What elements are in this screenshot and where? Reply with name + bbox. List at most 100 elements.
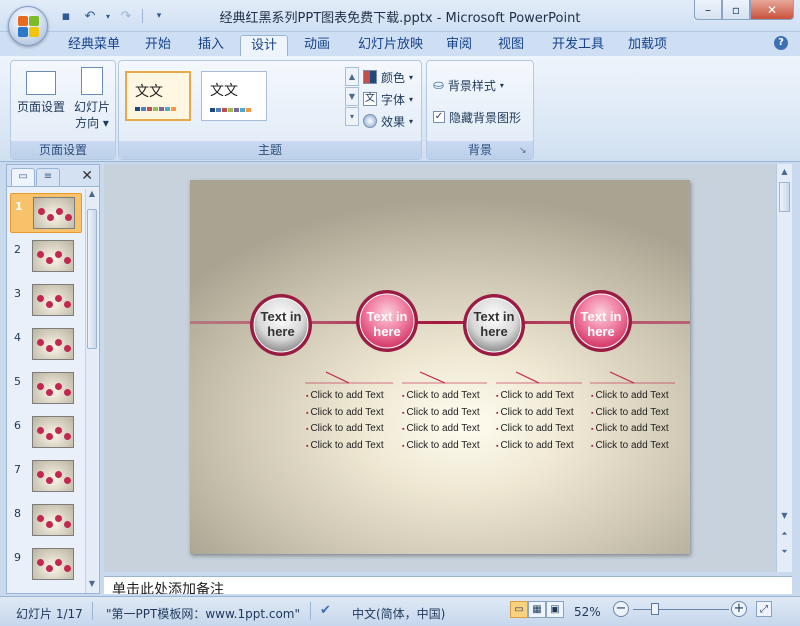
slide-thumbnail[interactable]: 7 bbox=[10, 457, 82, 497]
slide-counter: 幻灯片 1/17 bbox=[16, 607, 83, 621]
notes-pane[interactable]: 单击此处添加备注 bbox=[104, 576, 792, 594]
maximize-button[interactable]: ▫ bbox=[722, 0, 750, 20]
previous-slide-icon[interactable]: ⏶ bbox=[777, 526, 792, 541]
slide-thumbnail[interactable]: 8 bbox=[10, 501, 82, 541]
slide-thumbnails: 1 2 3 4 5 6 7 8 9 bbox=[7, 189, 85, 593]
theme2-swatches bbox=[210, 108, 251, 112]
zoom-slider-thumb[interactable] bbox=[651, 603, 659, 615]
group-label-page-setup: 页面设置 bbox=[11, 141, 115, 159]
hide-bg-label: 隐藏背景图形 bbox=[449, 110, 522, 125]
pane-tabs: ▭ ≡ ✕ bbox=[7, 165, 99, 187]
bullet-list-3[interactable]: Click to add TextClick to add TextClick … bbox=[496, 388, 586, 454]
bullet-list-2[interactable]: Click to add TextClick to add TextClick … bbox=[402, 388, 492, 454]
theme-effects-button[interactable]: 效果 ▾ bbox=[363, 111, 413, 131]
dialog-launcher-icon[interactable]: ↘ bbox=[519, 146, 529, 156]
slide-thumbnail[interactable]: 6 bbox=[10, 413, 82, 453]
orientation-label-2: 方向 ▾ bbox=[75, 116, 109, 130]
theme-colors-button[interactable]: 颜色 ▾ bbox=[363, 67, 413, 87]
slide-preview-image bbox=[32, 548, 74, 580]
tab-home[interactable]: 开始 bbox=[135, 35, 181, 56]
tab-design[interactable]: 设计 bbox=[240, 35, 289, 56]
status-bar: 幻灯片 1/17 "第一PPT模板网：www.1ppt.com" ✔ 中文(简体… bbox=[0, 596, 800, 626]
circle-text-3[interactable]: Text in here bbox=[464, 309, 524, 339]
gallery-down-icon[interactable]: ▼ bbox=[345, 87, 359, 106]
scroll-down-icon[interactable]: ▼ bbox=[86, 579, 98, 593]
theme-name[interactable]: "第一PPT模板网：www.1ppt.com" bbox=[106, 605, 300, 622]
scroll-down-arrow-icon[interactable]: ▼ bbox=[777, 508, 792, 523]
circle-text-2[interactable]: Text in here bbox=[357, 309, 417, 339]
theme2-text: 文文 bbox=[210, 83, 238, 99]
tab-animations[interactable]: 动画 bbox=[294, 35, 340, 56]
tab-classic-menu[interactable]: 经典菜单 bbox=[58, 35, 130, 56]
zoom-slider-track[interactable] bbox=[633, 609, 729, 610]
tab-developer[interactable]: 开发工具 bbox=[542, 35, 614, 56]
group-label-background: 背景 bbox=[427, 141, 533, 159]
bg-styles-label: 背景样式 bbox=[447, 78, 496, 93]
slide-thumbnail[interactable]: 5 bbox=[10, 369, 82, 409]
hide-background-graphics-checkbox[interactable]: ✓ 隐藏背景图形 bbox=[433, 107, 521, 127]
background-styles-button[interactable]: ⛀ 背景样式 ▾ bbox=[433, 75, 504, 95]
theme1-swatches bbox=[135, 107, 176, 111]
bullet-list-4[interactable]: Click to add TextClick to add TextClick … bbox=[591, 388, 681, 454]
slide-orientation-button[interactable]: 幻灯片 方向 ▾ bbox=[69, 67, 115, 131]
slide-thumbnail[interactable]: 9 bbox=[10, 545, 82, 585]
slide-preview-image bbox=[32, 372, 74, 404]
slide-thumbnail[interactable]: 4 bbox=[10, 325, 82, 365]
tab-slideshow[interactable]: 幻灯片放映 bbox=[348, 35, 433, 56]
current-slide[interactable]: Text in here Text in here Text in here Text… bbox=[190, 180, 690, 554]
scroll-thumb[interactable] bbox=[87, 209, 97, 349]
thumbnails-scrollbar[interactable]: ▲ ▼ bbox=[85, 189, 98, 593]
zoom-level[interactable]: 52% bbox=[574, 605, 601, 619]
zoom-out-icon[interactable]: − bbox=[613, 601, 629, 617]
effects-icon bbox=[363, 114, 377, 128]
slide-scroll-thumb[interactable] bbox=[779, 182, 790, 212]
orientation-label: 幻灯片 bbox=[73, 100, 110, 114]
page-setup-icon bbox=[26, 71, 56, 95]
slide-preview-image bbox=[32, 460, 74, 492]
close-button[interactable]: ✕ bbox=[750, 0, 794, 20]
tab-addins[interactable]: 加载项 bbox=[618, 35, 677, 56]
close-pane-icon[interactable]: ✕ bbox=[81, 168, 93, 184]
next-slide-icon[interactable]: ⏷ bbox=[777, 544, 792, 559]
normal-view-icon[interactable]: ▭ bbox=[510, 601, 528, 618]
gallery-up-icon[interactable]: ▲ bbox=[345, 67, 359, 86]
page-setup-button[interactable]: 页面设置 bbox=[17, 67, 65, 115]
theme-gallery-scroll: ▲ ▼ ▾ bbox=[345, 67, 359, 127]
scroll-up-arrow-icon[interactable]: ▲ bbox=[777, 164, 792, 179]
fit-to-window-icon[interactable]: ⤢ bbox=[756, 601, 772, 617]
theme-thumbnail-current[interactable]: 文文 bbox=[125, 71, 191, 121]
zoom-in-icon[interactable]: + bbox=[731, 601, 747, 617]
tab-view[interactable]: 视图 bbox=[488, 35, 534, 56]
help-icon[interactable]: ? bbox=[774, 36, 788, 50]
slide-edit-area[interactable]: Text in here Text in here Text in here Text… bbox=[104, 164, 776, 572]
colors-label: 颜色 bbox=[381, 70, 406, 85]
spelling-check-icon[interactable]: ✔ bbox=[320, 603, 331, 618]
theme-thumbnail-office[interactable]: 文文 bbox=[201, 71, 267, 121]
slide-number: 2 bbox=[14, 243, 21, 256]
outline-tab-icon[interactable]: ≡ bbox=[36, 168, 60, 186]
gallery-more-icon[interactable]: ▾ bbox=[345, 107, 359, 126]
bullet-list-1[interactable]: Click to add TextClick to add TextClick … bbox=[306, 388, 396, 454]
slide-vertical-scrollbar[interactable]: ▲ ▼ ⏶ ⏷ bbox=[776, 164, 792, 572]
slide-thumbnail[interactable]: 2 bbox=[10, 237, 82, 277]
tab-review[interactable]: 审阅 bbox=[436, 35, 482, 56]
slide-thumbnail[interactable]: 1 bbox=[10, 193, 82, 233]
office-button[interactable] bbox=[8, 6, 48, 46]
slide-thumbnail[interactable]: 3 bbox=[10, 281, 82, 321]
effects-label: 效果 bbox=[381, 114, 406, 129]
slide-sorter-icon[interactable]: ▦ bbox=[528, 601, 546, 618]
minimize-button[interactable]: – bbox=[694, 0, 722, 20]
scroll-up-icon[interactable]: ▲ bbox=[86, 189, 98, 203]
circle-text-4[interactable]: Text in here bbox=[571, 309, 631, 339]
slideshow-view-icon[interactable]: ▣ bbox=[546, 601, 564, 618]
theme-fonts-button[interactable]: 文 字体 ▾ bbox=[363, 89, 413, 109]
slide-number: 3 bbox=[14, 287, 21, 300]
group-themes: 文文 文文 ▲ ▼ ▾ 颜色 ▾ 文 字体 ▾ 效果 ▾ 主题 bbox=[118, 60, 422, 160]
slide-number: 6 bbox=[14, 419, 21, 432]
slides-tab-icon[interactable]: ▭ bbox=[11, 168, 35, 186]
tab-insert[interactable]: 插入 bbox=[188, 35, 234, 56]
circle-text-1[interactable]: Text in here bbox=[251, 309, 311, 339]
fonts-icon: 文 bbox=[363, 92, 377, 106]
language-indicator[interactable]: 中文(简体，中国) bbox=[352, 605, 445, 622]
slide-preview-image bbox=[32, 504, 74, 536]
